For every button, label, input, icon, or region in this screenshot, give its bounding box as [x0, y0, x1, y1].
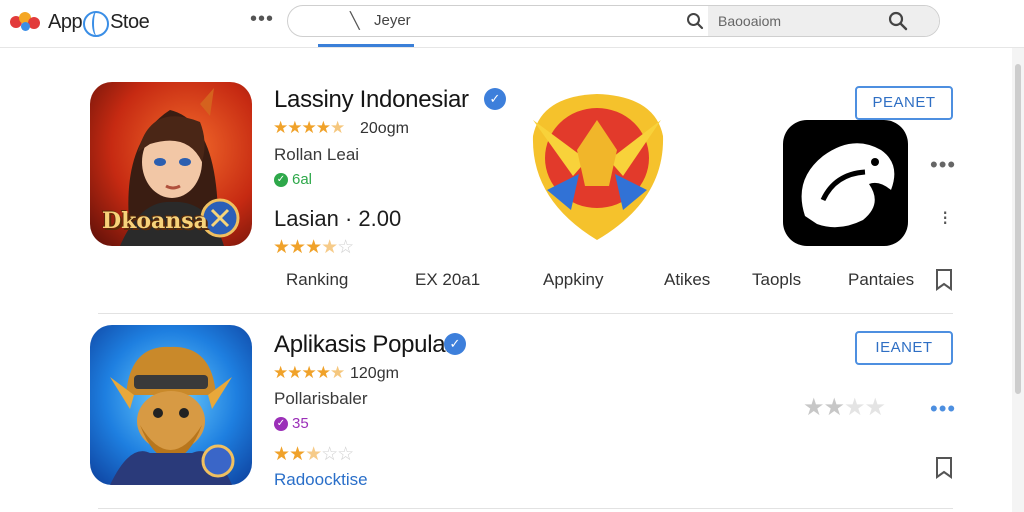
logo-text-a: App [48, 10, 83, 33]
rating-stars: ★★★★★ [273, 118, 345, 137]
verified-icon: ✓ [484, 88, 506, 110]
row-divider [98, 508, 953, 509]
logo-dots-icon [10, 10, 46, 34]
verified-icon: ✓ [444, 333, 466, 355]
price-line: Lasian · 2.00 [274, 206, 402, 231]
bookmark-icon[interactable] [934, 268, 954, 292]
search-icon[interactable] [888, 11, 908, 31]
bird-app-icon[interactable] [783, 120, 908, 246]
app-store-logo[interactable]: App Stoe [10, 7, 150, 37]
rating-stars: ★★★★★ [273, 363, 345, 382]
bookmark-icon[interactable] [934, 456, 954, 480]
app-title[interactable]: Aplikasis Popular [274, 331, 453, 359]
search-icon[interactable] [686, 12, 704, 30]
secondary-search[interactable]: Baooaiom [708, 6, 939, 36]
get-button[interactable]: IEANET [855, 331, 953, 365]
search-input[interactable]: ╲ Jeyer [288, 6, 708, 36]
tab-pantaies[interactable]: Pantaies [848, 270, 914, 290]
rating-stars-secondary: ★★★★☆ [273, 237, 354, 258]
help-icon[interactable]: ⁝ [942, 206, 948, 231]
search-value: Jeyer [374, 12, 411, 29]
tab-appkiny[interactable]: Appkiny [543, 270, 603, 290]
back-arrow-icon[interactable]: ╲ [350, 11, 360, 31]
rating-stars-secondary: ★★★☆☆ [273, 444, 354, 465]
tab-ex[interactable]: EX 20a1 [415, 270, 480, 290]
logo-text-b: Stoe [110, 10, 150, 33]
category-tabs: Ranking EX 20a1 Appkiny Atikes Taopls Pa… [270, 270, 950, 296]
tab-atikes[interactable]: Atikes [664, 270, 710, 290]
shield-emblem-icon[interactable] [525, 90, 670, 245]
app-icon-caption: Dkoansa [102, 208, 208, 234]
dwarf-hero-icon [110, 346, 235, 485]
user-rating-stars[interactable]: ★★★★ [803, 393, 886, 422]
scrollbar-thumb[interactable] [1015, 64, 1021, 394]
app-title[interactable]: Lassiny Indonesiar [274, 86, 469, 114]
tab-taopls[interactable]: Taopls [752, 270, 801, 290]
age-badge: ✓ 35 [274, 415, 309, 432]
more-icon[interactable]: ••• [250, 8, 274, 31]
developer-link[interactable]: Radoocktise [274, 470, 368, 490]
app-icon-game-2[interactable] [90, 325, 252, 485]
age-badge: ✓ 6al [274, 171, 312, 188]
secondary-search-placeholder: Baooaiom [718, 13, 782, 29]
age-badge-text: 35 [292, 415, 309, 432]
age-badge-text: 6al [292, 171, 313, 188]
more-icon[interactable]: ••• [930, 152, 956, 178]
app-icon-game-1[interactable]: Dkoansa [90, 82, 252, 246]
get-button[interactable]: PEANET [855, 86, 953, 120]
more-icon[interactable]: ••• [930, 396, 956, 422]
globe-icon [83, 11, 110, 37]
check-icon: ✓ [274, 416, 288, 431]
rating-text: 120ɡm [350, 365, 399, 382]
developer-name[interactable]: Pollarisbaler [274, 389, 368, 409]
top-bar: App Stoe ••• ╲ Jeyer Baooaiom [0, 0, 1024, 48]
developer-name[interactable]: Rollan Leai [274, 145, 359, 165]
search-bar[interactable]: ╲ Jeyer Baooaiom [287, 5, 940, 37]
search-active-indicator [318, 44, 414, 47]
rating-text: 20oɡm [360, 120, 409, 137]
scrollbar[interactable] [1012, 48, 1024, 512]
check-icon: ✓ [274, 172, 288, 187]
tab-ranking[interactable]: Ranking [286, 270, 348, 290]
row-divider [98, 313, 953, 314]
